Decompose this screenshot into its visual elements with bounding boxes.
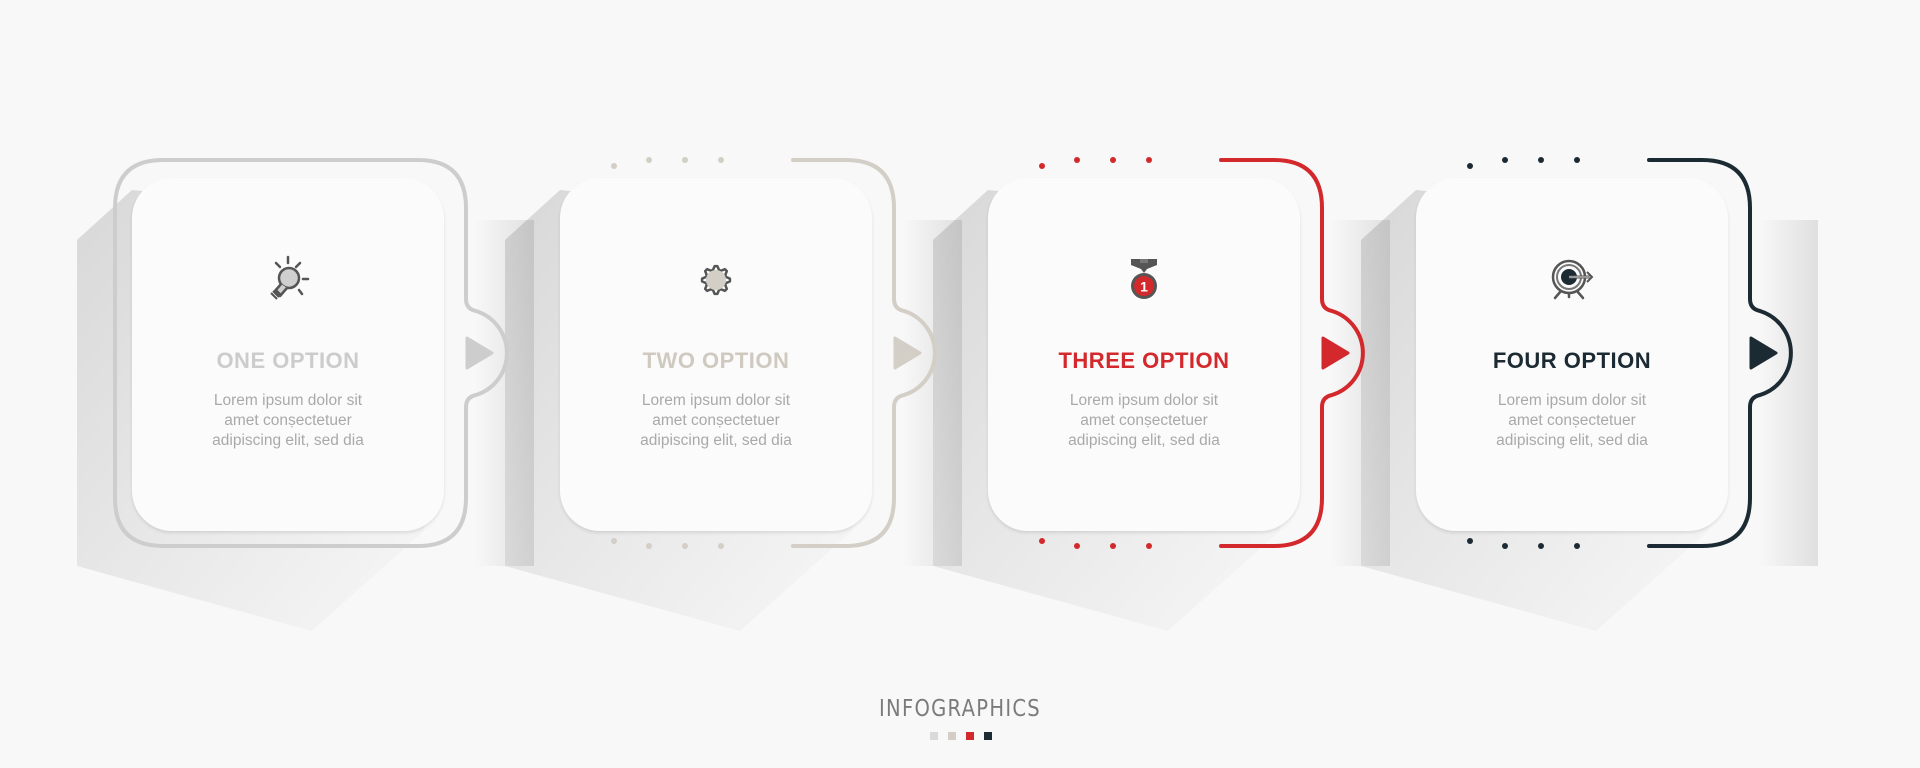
description-line: adipiscing elit, sed dia bbox=[1068, 432, 1220, 449]
outline-dot bbox=[718, 157, 724, 163]
outline-dot bbox=[1538, 543, 1544, 549]
outline-dot bbox=[718, 543, 724, 549]
step-card-4: FOUR OPTION Lorem ipsum dolor sit amet c… bbox=[1416, 178, 1728, 531]
color-swatches bbox=[930, 732, 992, 740]
step-card-1: ONE OPTION Lorem ipsum dolor sit amet co… bbox=[132, 178, 444, 531]
step-card-3: 1 THREE OPTION Lorem ipsum dolor sit ame… bbox=[988, 178, 1300, 531]
outline-dot bbox=[1467, 163, 1473, 169]
outline-dot bbox=[1146, 543, 1152, 549]
outline-dot bbox=[1039, 538, 1045, 544]
gear-icon bbox=[689, 253, 743, 307]
outline-dot bbox=[1074, 543, 1080, 549]
description-line: amet conṣectetuer bbox=[1508, 412, 1636, 429]
swatch-3 bbox=[966, 732, 974, 740]
outline-dot bbox=[1502, 157, 1508, 163]
description-line: amet conṣectetuer bbox=[1080, 412, 1208, 429]
outline-dot bbox=[1146, 157, 1152, 163]
description-line: Lorem ipsum dolor sit bbox=[1069, 392, 1219, 409]
description-line: Lorem ipsum dolor sit bbox=[1497, 392, 1647, 409]
step-title: ONE OPTION bbox=[216, 348, 360, 373]
outline-dot bbox=[646, 157, 652, 163]
outline-dot bbox=[611, 538, 617, 544]
outline-dot bbox=[682, 157, 688, 163]
step-description: Lorem ipsum dolor sit amet conṣectetuer … bbox=[132, 391, 444, 451]
description-line: adipiscing elit, sed dia bbox=[640, 432, 792, 449]
infographic: ONE OPTION Lorem ipsum dolor sit amet co… bbox=[0, 0, 1920, 768]
outline-dot bbox=[1574, 157, 1580, 163]
outline-dot bbox=[611, 163, 617, 169]
medal-icon: 1 bbox=[1117, 253, 1171, 307]
description-line: amet conṣectetuer bbox=[224, 412, 352, 429]
outline-dot bbox=[1574, 543, 1580, 549]
step-title: TWO OPTION bbox=[642, 348, 790, 373]
outline-dot bbox=[1467, 538, 1473, 544]
description-line: Lorem ipsum dolor sit bbox=[213, 392, 363, 409]
swatch-2 bbox=[948, 732, 956, 740]
step-title: FOUR OPTION bbox=[1492, 348, 1652, 373]
lightbulb-icon bbox=[261, 253, 315, 307]
outline-dot bbox=[682, 543, 688, 549]
swatch-1 bbox=[930, 732, 938, 740]
step-card-2: TWO OPTION Lorem ipsum dolor sit amet co… bbox=[560, 178, 872, 531]
description-line: amet conṣectetuer bbox=[652, 412, 780, 429]
outline-dot bbox=[1502, 543, 1508, 549]
step-description: Lorem ipsum dolor sit amet conṣectetuer … bbox=[560, 391, 872, 451]
description-line: adipiscing elit, sed dia bbox=[212, 432, 364, 449]
description-line: adipiscing elit, sed dia bbox=[1496, 432, 1648, 449]
footer-title: INFOGRAPHICS bbox=[879, 696, 1041, 722]
outline-dot bbox=[646, 543, 652, 549]
outline-dot bbox=[1039, 163, 1045, 169]
outline-dot bbox=[1110, 543, 1116, 549]
description-line: Lorem ipsum dolor sit bbox=[641, 392, 791, 409]
target-icon bbox=[1545, 253, 1599, 307]
outline-dot bbox=[1110, 157, 1116, 163]
swatch-4 bbox=[984, 732, 992, 740]
step-description: Lorem ipsum dolor sit amet conṣectetuer … bbox=[1416, 391, 1728, 451]
svg-text:1: 1 bbox=[1140, 279, 1148, 295]
outline-dot bbox=[1538, 157, 1544, 163]
step-title: THREE OPTION bbox=[1058, 348, 1230, 373]
step-description: Lorem ipsum dolor sit amet conṣectetuer … bbox=[988, 391, 1300, 451]
outline-dot bbox=[1074, 157, 1080, 163]
